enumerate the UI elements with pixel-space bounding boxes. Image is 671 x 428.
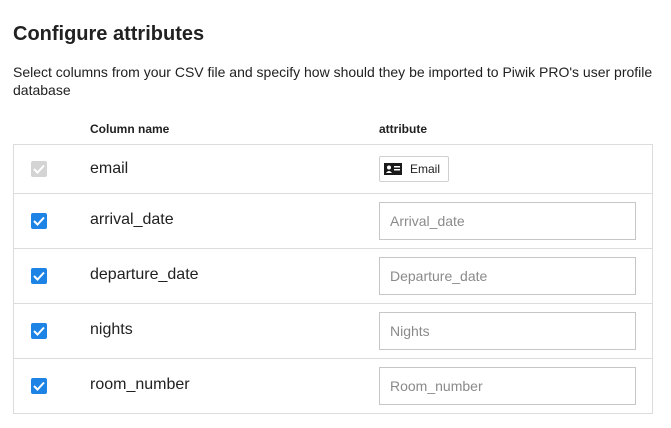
check-icon	[33, 326, 45, 336]
column-name: room_number	[90, 376, 190, 393]
attribute-chip-email: Email	[379, 156, 450, 182]
table-row: room_number	[14, 358, 652, 413]
check-icon	[33, 271, 45, 281]
table-row: departure_date	[14, 248, 652, 303]
column-name: departure_date	[90, 266, 199, 283]
column-name: email	[90, 160, 129, 177]
attribute-input[interactable]	[379, 202, 636, 240]
column-name: arrival_date	[90, 211, 174, 228]
page-description: Select columns from your CSV file and sp…	[13, 64, 653, 98]
row-checkbox-disabled	[31, 161, 47, 177]
table-row: email Email	[14, 145, 652, 193]
check-icon	[33, 216, 45, 226]
check-icon	[33, 381, 45, 391]
column-name-header: Column name	[90, 122, 170, 136]
check-icon	[33, 164, 45, 174]
table-row: arrival_date	[14, 193, 652, 248]
attributes-table: email Email arrival_date departure_d	[13, 144, 653, 414]
id-card-icon	[384, 163, 402, 175]
row-checkbox[interactable]	[31, 323, 47, 339]
row-checkbox[interactable]	[31, 213, 47, 229]
attribute-chip-label: Email	[410, 162, 441, 176]
row-checkbox[interactable]	[31, 378, 47, 394]
row-checkbox[interactable]	[31, 268, 47, 284]
column-name: nights	[90, 321, 133, 338]
attribute-input[interactable]	[379, 367, 636, 405]
attribute-input[interactable]	[379, 312, 636, 350]
page-title: Configure attributes	[13, 23, 205, 45]
attribute-input[interactable]	[379, 257, 636, 295]
table-row: nights	[14, 303, 652, 358]
attribute-header: attribute	[379, 122, 427, 136]
